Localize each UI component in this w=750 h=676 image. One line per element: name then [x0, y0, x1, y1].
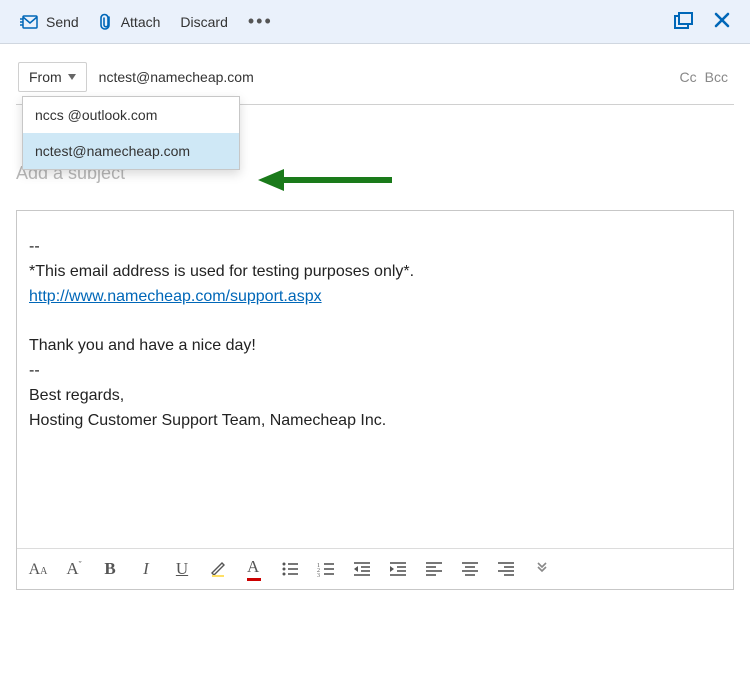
from-selected-email: nctest@namecheap.com — [99, 69, 254, 85]
italic-button[interactable]: I — [129, 553, 163, 585]
body-line: Thank you and have a nice day! — [29, 334, 721, 359]
italic-icon: I — [143, 559, 149, 579]
align-right-icon — [497, 561, 515, 577]
from-option-1[interactable]: nctest@namecheap.com — [23, 133, 239, 169]
highlight-button[interactable] — [201, 553, 235, 585]
outdent-button[interactable] — [345, 553, 379, 585]
numbered-list-icon: 123 — [317, 561, 335, 577]
close-icon — [714, 15, 730, 31]
body-sep: -- — [29, 235, 721, 260]
message-body-container: -- *This email address is used for testi… — [16, 210, 734, 590]
align-center-icon — [461, 561, 479, 577]
align-right-button[interactable] — [489, 553, 523, 585]
more-formatting-button[interactable] — [525, 553, 559, 585]
body-line: Hosting Customer Support Team, Namecheap… — [29, 409, 721, 434]
body-line: Best regards, — [29, 384, 721, 409]
indent-icon — [389, 561, 407, 577]
send-icon — [20, 15, 38, 29]
bold-icon: B — [104, 559, 115, 579]
message-body[interactable]: -- *This email address is used for testi… — [17, 211, 733, 548]
attach-button[interactable]: Attach — [89, 7, 171, 37]
bullet-list-icon — [281, 561, 299, 577]
paperclip-icon — [99, 13, 113, 31]
bcc-button[interactable]: Bcc — [701, 69, 732, 85]
body-line: *This email address is used for testing … — [29, 260, 721, 285]
svg-text:3: 3 — [317, 573, 320, 577]
bullet-list-button[interactable] — [273, 553, 307, 585]
attach-label: Attach — [121, 14, 161, 30]
from-dropdown-menu: nccs @outlook.com nctest@namecheap.com — [22, 96, 240, 170]
compose-toolbar: Send Attach Discard ••• — [0, 0, 750, 44]
font-color-button[interactable]: A — [237, 553, 271, 585]
font-family-button[interactable]: Aˇ — [57, 553, 91, 585]
align-center-button[interactable] — [453, 553, 487, 585]
underline-button[interactable]: U — [165, 553, 199, 585]
chevron-down-icon — [68, 74, 76, 80]
close-button[interactable] — [704, 6, 740, 37]
font-color-icon: A — [247, 557, 261, 581]
font-size-icon: AA — [29, 559, 48, 579]
outdent-icon — [353, 561, 371, 577]
send-label: Send — [46, 14, 79, 30]
from-option-0[interactable]: nccs @outlook.com — [23, 97, 239, 133]
discard-label: Discard — [180, 14, 227, 30]
ellipsis-icon: ••• — [248, 11, 273, 31]
popout-icon — [674, 16, 694, 32]
numbered-list-button[interactable]: 123 — [309, 553, 343, 585]
bold-button[interactable]: B — [93, 553, 127, 585]
chevron-icon — [534, 561, 550, 577]
body-link[interactable]: http://www.namecheap.com/support.aspx — [29, 288, 322, 305]
highlight-icon — [209, 560, 227, 578]
body-sep: -- — [29, 359, 721, 384]
indent-button[interactable] — [381, 553, 415, 585]
annotation-arrow — [258, 166, 398, 197]
from-row: From nctest@namecheap.com Cc Bcc — [0, 44, 750, 104]
font-size-button[interactable]: AA — [21, 553, 55, 585]
align-left-icon — [425, 561, 443, 577]
formatting-toolbar: AA Aˇ B I U A 123 — [17, 548, 733, 589]
from-dropdown-button[interactable]: From — [18, 62, 87, 92]
cc-button[interactable]: Cc — [676, 69, 701, 85]
discard-button[interactable]: Discard — [170, 8, 237, 36]
from-label: From — [29, 69, 62, 85]
font-icon: Aˇ — [66, 559, 81, 579]
align-left-button[interactable] — [417, 553, 451, 585]
underline-icon: U — [176, 559, 188, 579]
more-options-button[interactable]: ••• — [238, 5, 283, 38]
send-button[interactable]: Send — [10, 8, 89, 36]
popout-button[interactable] — [664, 6, 704, 38]
